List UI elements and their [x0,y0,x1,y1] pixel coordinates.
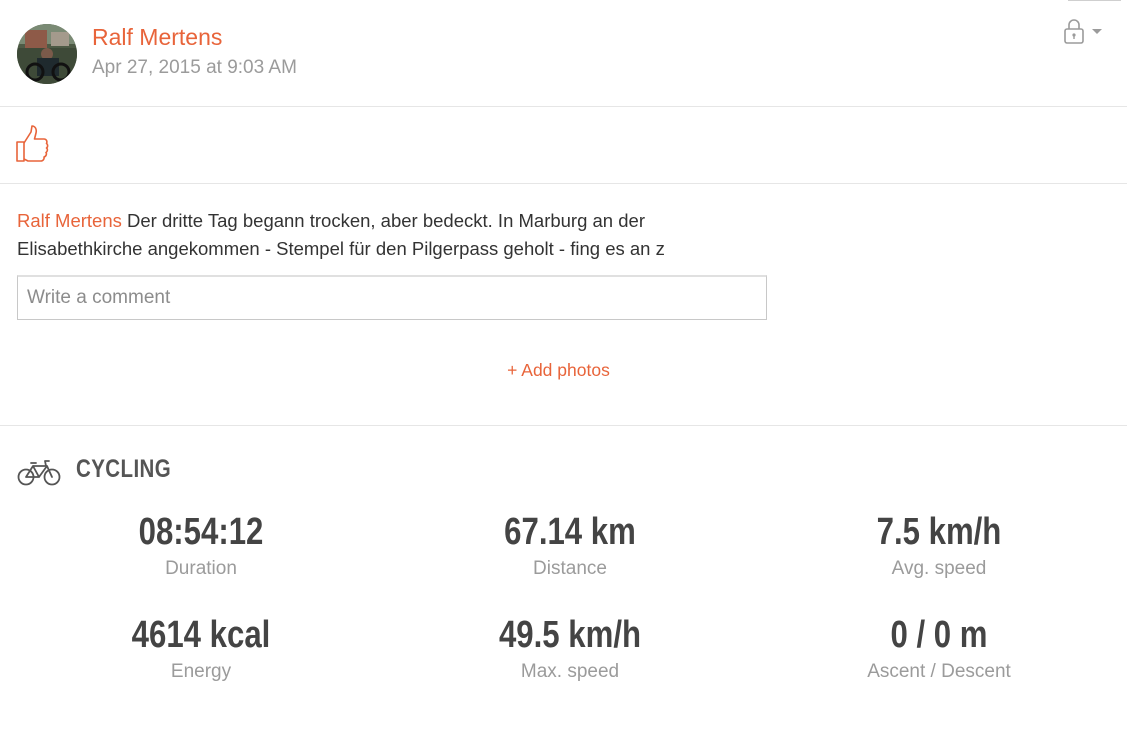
stat-label: Ascent / Descent [867,661,1011,682]
stat-value: 4614 kcal [131,614,271,656]
stat-label: Avg. speed [891,558,987,579]
lock-icon [1064,19,1084,44]
post-text-line-2: Elisabethkirche angekommen - Stempel für… [17,238,665,259]
post-text: Ralf Mertens Der dritte Tag begann trock… [17,207,757,263]
stat-duration: 08:54:12 Duration [21,510,381,580]
section-divider [0,425,1127,426]
privacy-menu-button[interactable] [1061,18,1109,48]
stat-label: Duration [165,558,237,579]
stat-value: 0 / 0 m [890,614,988,656]
stat-value: 08:54:12 [138,511,264,553]
thumbs-up-icon[interactable] [15,124,51,164]
bicycle-icon [17,456,61,488]
post-header: Ralf Mertens Apr 27, 2015 at 9:03 AM [0,0,1127,107]
stat-value: 67.14 km [504,511,636,553]
stat-label: Energy [170,661,232,682]
stat-max-speed: 49.5 km/h Max. speed [390,613,750,683]
stat-avg-speed: 7.5 km/h Avg. speed [759,510,1119,580]
post-text-line-1: Der dritte Tag begann trocken, aber bede… [121,210,645,231]
post-text-author[interactable]: Ralf Mertens [17,210,122,231]
stat-label: Max. speed [520,661,620,682]
stat-ascent-descent: 0 / 0 m Ascent / Descent [759,613,1119,683]
stat-energy: 4614 kcal Energy [21,613,381,683]
like-row [0,107,1127,184]
stat-distance: 67.14 km Distance [390,510,750,580]
add-photos-link[interactable]: + Add photos [0,360,1117,381]
post-timestamp: Apr 27, 2015 at 9:03 AM [92,57,297,78]
sport-title: CYCLING [76,455,172,483]
author-name[interactable]: Ralf Mertens [92,24,222,51]
stat-value: 49.5 km/h [498,614,642,656]
comment-input[interactable] [17,275,767,320]
chevron-down-icon [1092,29,1102,34]
stat-label: Distance [533,558,607,579]
stat-value: 7.5 km/h [876,511,1002,553]
avatar[interactable] [17,24,77,84]
